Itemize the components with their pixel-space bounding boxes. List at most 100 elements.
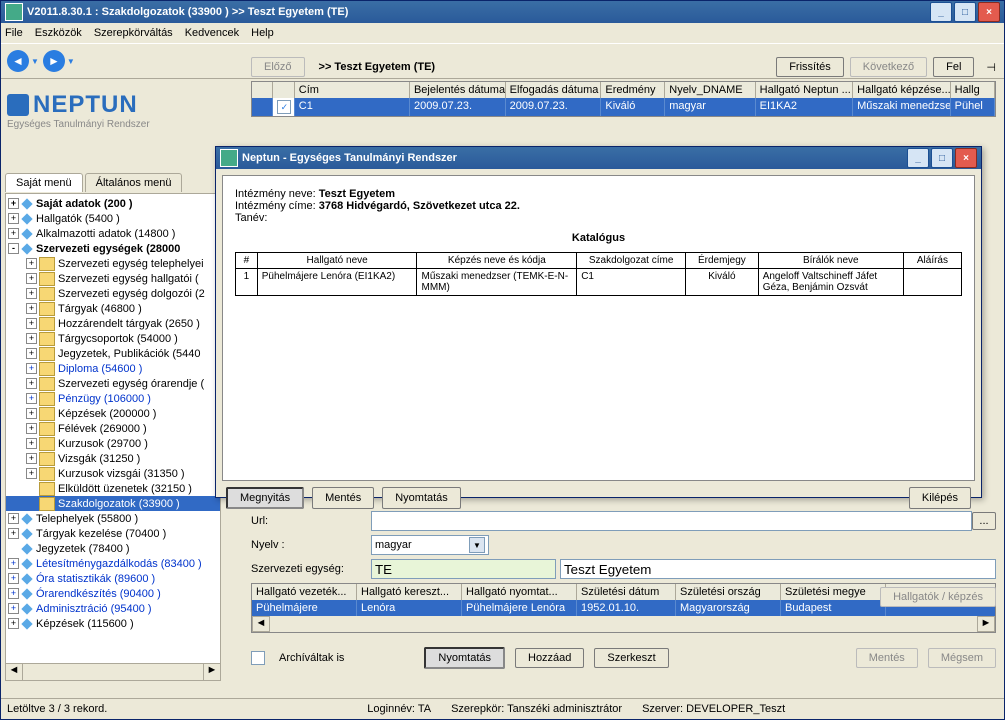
grid-header[interactable]: Hallg: [951, 82, 995, 98]
grid-header[interactable]: Nyelv_DNAME: [665, 82, 755, 98]
tree-node[interactable]: +Szervezeti egység dolgozói (2: [6, 286, 220, 301]
grid-header[interactable]: Bejelentés dátuma: [410, 82, 506, 98]
tab-own-menu[interactable]: Saját menü: [5, 173, 83, 192]
url-input[interactable]: [371, 511, 972, 531]
tree-node[interactable]: Jegyzetek (78400 ): [6, 541, 220, 556]
edit-button[interactable]: Szerkeszt: [594, 648, 668, 668]
tree-node[interactable]: +Alkalmazotti adatok (14800 ): [6, 226, 220, 241]
tree-node[interactable]: +Szervezeti egység hallgatói (: [6, 271, 220, 286]
up-button[interactable]: Fel: [933, 57, 974, 77]
subgrid-header[interactable]: Hallgató kereszt...: [357, 584, 462, 600]
tree-node[interactable]: +Saját adatok (200 ): [6, 196, 220, 211]
dialog-maximize-button[interactable]: □: [931, 148, 953, 168]
dialog-minimize-button[interactable]: _: [907, 148, 929, 168]
subgrid-header[interactable]: Hallgató vezeték...: [252, 584, 357, 600]
main-grid[interactable]: CímBejelentés dátumaElfogadás dátumaEred…: [251, 81, 996, 117]
tree-node[interactable]: +Órarendkészítés (90400 ): [6, 586, 220, 601]
grid-cell[interactable]: 2009.07.23.: [410, 98, 506, 116]
grid-cell[interactable]: Pühel: [951, 98, 995, 116]
tree-scrollbar[interactable]: ◄►: [6, 663, 220, 680]
close-button[interactable]: ×: [978, 2, 1000, 22]
cancel-button[interactable]: Mégsem: [928, 648, 996, 668]
url-browse-button[interactable]: ...: [972, 512, 996, 530]
dialog-open-button[interactable]: Megnyitás: [226, 487, 304, 509]
refresh-button[interactable]: Frissítés: [776, 57, 844, 77]
minimize-button[interactable]: _: [930, 2, 952, 22]
grid-header[interactable]: [252, 82, 273, 98]
grid-header[interactable]: Hallgató Neptun ...: [756, 82, 853, 98]
nav-back-icon[interactable]: ◄: [7, 50, 29, 72]
next-button[interactable]: Következő: [850, 57, 927, 77]
tree-node[interactable]: -Szervezeti egységek (28000: [6, 241, 220, 256]
subgrid-cell[interactable]: Lenóra: [357, 600, 462, 616]
tree-node[interactable]: +Szervezeti egység telephelyei: [6, 256, 220, 271]
grid-header[interactable]: Hallgató képzése...: [853, 82, 950, 98]
grid-cell[interactable]: Műszaki menedzser: [853, 98, 950, 116]
tree-node[interactable]: +Hallgatók (5400 ): [6, 211, 220, 226]
dialog-exit-button[interactable]: Kilépés: [909, 487, 971, 509]
menu-role[interactable]: Szerepkörváltás: [94, 27, 173, 39]
subgrid-header[interactable]: Születési dátum: [577, 584, 676, 600]
nav-back-drop-icon[interactable]: ▼: [31, 57, 39, 66]
subgrid-header[interactable]: Hallgató nyomtat...: [462, 584, 577, 600]
grid-header[interactable]: Elfogadás dátuma: [506, 82, 602, 98]
scroll-right-icon[interactable]: ►: [977, 616, 995, 632]
tree-node[interactable]: +Hozzárendelt tárgyak (2650 ): [6, 316, 220, 331]
subgrid-cell[interactable]: Magyarország: [676, 600, 781, 616]
nav-fwd-drop-icon[interactable]: ▼: [67, 57, 75, 66]
grid-cell[interactable]: [252, 98, 273, 116]
nav-forward-icon[interactable]: ►: [43, 50, 65, 72]
dialog-save-button[interactable]: Mentés: [312, 487, 374, 509]
grid-cell[interactable]: Kiváló: [601, 98, 665, 116]
nav-tree[interactable]: +Saját adatok (200 )+Hallgatók (5400 )+A…: [5, 193, 221, 681]
grid-cell[interactable]: EI1KA2: [756, 98, 853, 116]
tree-node[interactable]: +Kurzusok (29700 ): [6, 436, 220, 451]
tree-node[interactable]: Szakdolgozatok (33900 ): [6, 496, 220, 511]
grid-cell[interactable]: C1: [295, 98, 410, 116]
menu-tools[interactable]: Eszközök: [35, 27, 82, 39]
archive-checkbox[interactable]: [251, 651, 265, 665]
pin-icon[interactable]: ⊣: [986, 61, 996, 74]
menu-fav[interactable]: Kedvencek: [185, 27, 239, 39]
students-button[interactable]: Hallgatók / képzés: [880, 587, 996, 607]
tree-node[interactable]: +Szervezeti egység órarendje (: [6, 376, 220, 391]
tree-node[interactable]: +Diploma (54600 ): [6, 361, 220, 376]
maximize-button[interactable]: □: [954, 2, 976, 22]
grid-header[interactable]: [273, 82, 294, 98]
menu-help[interactable]: Help: [251, 27, 274, 39]
tab-general-menu[interactable]: Általános menü: [85, 173, 183, 192]
grid-cell[interactable]: 2009.07.23.: [506, 98, 602, 116]
tree-node[interactable]: Elküldött üzenetek (32150 ): [6, 481, 220, 496]
grid-cell[interactable]: ✓: [273, 98, 294, 116]
tree-node[interactable]: +Pénzügy (106000 ): [6, 391, 220, 406]
tree-node[interactable]: +Vizsgák (31250 ): [6, 451, 220, 466]
tree-node[interactable]: +Tárgyak kezelése (70400 ): [6, 526, 220, 541]
subgrid-cell[interactable]: 1952.01.10.: [577, 600, 676, 616]
subgrid-cell[interactable]: Budapest: [781, 600, 886, 616]
tree-node[interactable]: +Képzések (115600 ): [6, 616, 220, 631]
subgrid-header[interactable]: Születési ország: [676, 584, 781, 600]
subgrid-cell[interactable]: Pühelmájere: [252, 600, 357, 616]
print-button[interactable]: Nyomtatás: [424, 647, 505, 669]
tree-node[interactable]: +Félévek (269000 ): [6, 421, 220, 436]
dialog-close-button[interactable]: ×: [955, 148, 977, 168]
tree-node[interactable]: +Jegyzetek, Publikációk (5440: [6, 346, 220, 361]
lang-combo[interactable]: magyar▼: [371, 535, 489, 555]
grid-header[interactable]: Eredmény: [601, 82, 665, 98]
grid-header[interactable]: Cím: [295, 82, 410, 98]
scroll-left-icon[interactable]: ◄: [252, 616, 270, 632]
tree-node[interactable]: +Kurzusok vizsgái (31350 ): [6, 466, 220, 481]
dialog-print-button[interactable]: Nyomtatás: [382, 487, 461, 509]
tree-node[interactable]: +Létesítménygazdálkodás (83400 ): [6, 556, 220, 571]
tree-node[interactable]: +Képzések (200000 ): [6, 406, 220, 421]
subgrid-header[interactable]: Születési megye: [781, 584, 886, 600]
save-button[interactable]: Mentés: [856, 648, 918, 668]
chevron-down-icon[interactable]: ▼: [469, 537, 485, 553]
subgrid-cell[interactable]: Pühelmájere Lenóra: [462, 600, 577, 616]
tree-node[interactable]: +Adminisztráció (95400 ): [6, 601, 220, 616]
tree-node[interactable]: +Óra statisztikák (89600 ): [6, 571, 220, 586]
tree-node[interactable]: +Telephelyek (55800 ): [6, 511, 220, 526]
tree-node[interactable]: +Tárgycsoportok (54000 ): [6, 331, 220, 346]
tree-node[interactable]: +Tárgyak (46800 ): [6, 301, 220, 316]
grid-cell[interactable]: magyar: [665, 98, 755, 116]
